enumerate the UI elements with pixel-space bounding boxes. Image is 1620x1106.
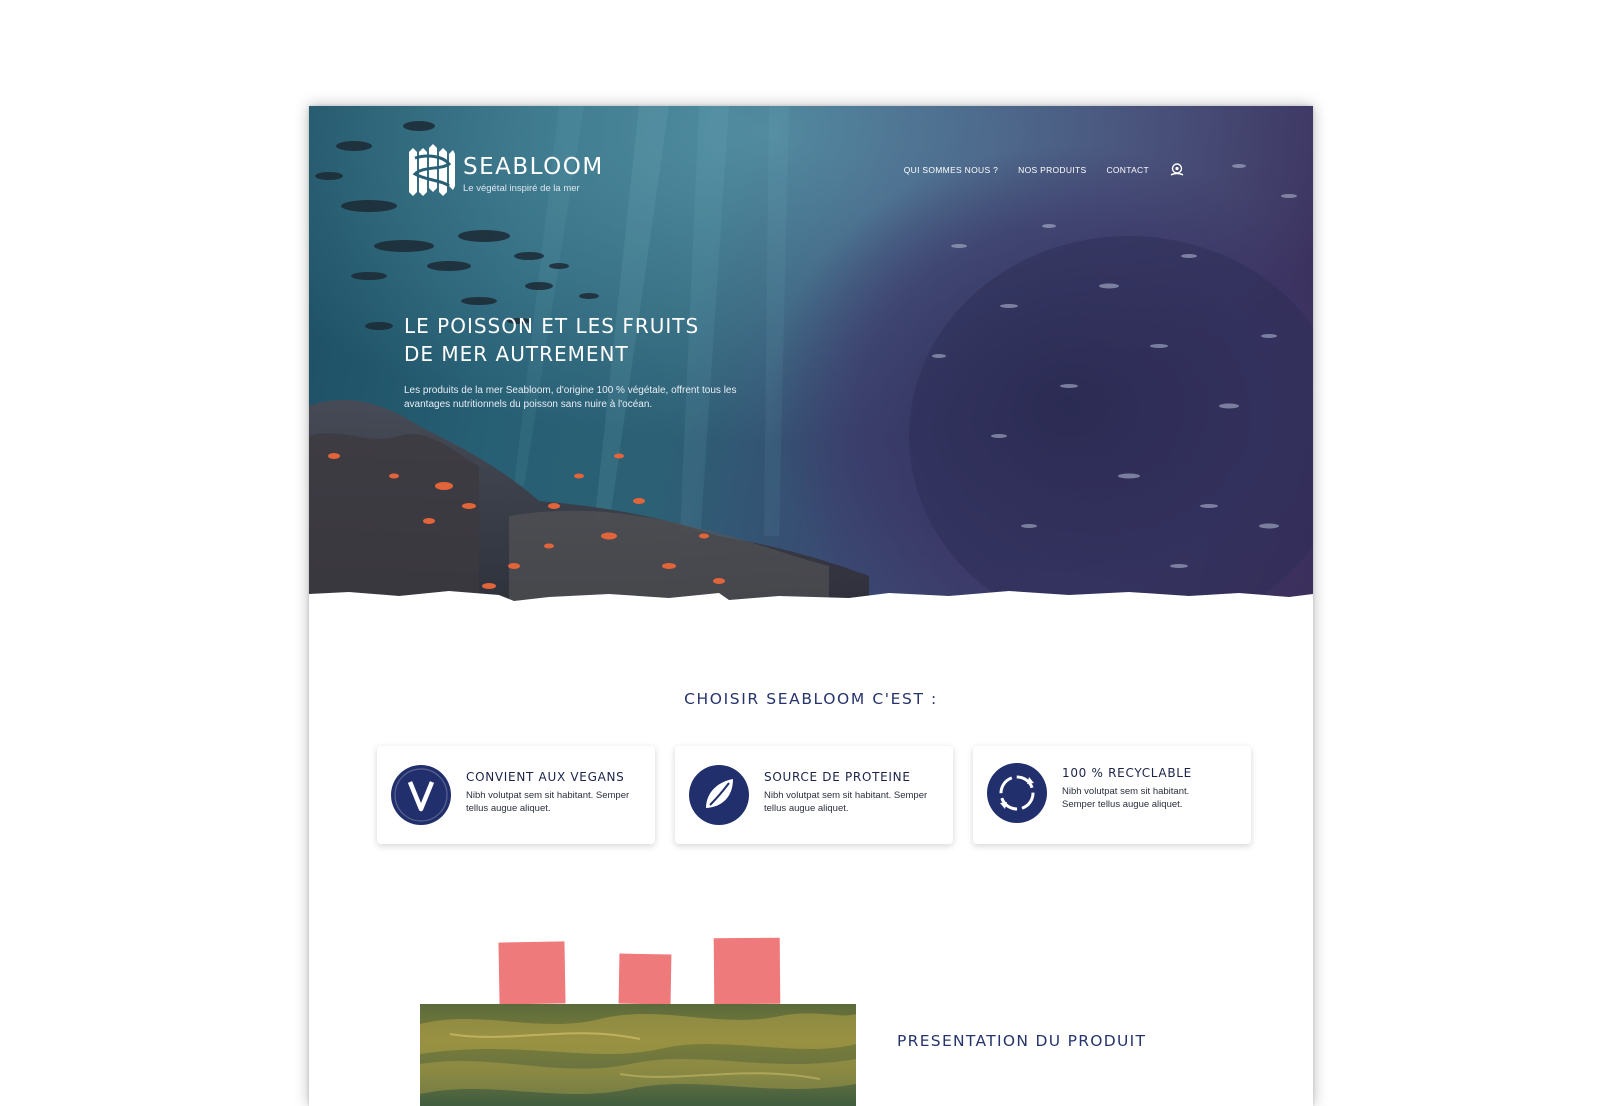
hero-title-line-2: DE MER AUTREMENT [404,342,629,366]
product-presentation-heading: PRESENTATION DU PRODUIT [897,1032,1147,1050]
protein-leaf-icon [689,765,749,825]
website-mockup-page: SEABLOOM Le végétal inspiré de la mer QU… [309,106,1313,1106]
brand-tagline: Le végétal inspiré de la mer [463,183,580,194]
feature-card-vegan: CONVIENT AUX VEGANS Nibh volutpat sem si… [377,746,655,844]
coral-accent-block [498,941,566,1005]
feature-card-title: SOURCE DE PROTEINE [764,770,911,784]
feature-card-title: CONVIENT AUX VEGANS [466,770,625,784]
recycle-icon [987,763,1047,823]
feature-card-text: Nibh volutpat sem sit habitant. Semper t… [466,790,630,814]
seabloom-logo-mark-icon [409,144,455,196]
user-location-icon[interactable] [1169,162,1185,178]
vegan-v-icon [391,765,451,825]
feature-card-recyclable: 100 % RECYCLABLE Nibh volutpat sem sit h… [973,746,1251,844]
feature-card-text: Nibh volutpat sem sit habitant. Semper t… [764,790,928,814]
hero-description: Les produits de la mer Seabloom, d'origi… [404,385,737,410]
nav-item-nos-produits[interactable]: NOS PRODUITS [1018,165,1086,175]
brand-name: SEABLOOM [463,154,604,180]
product-water-image [420,1004,856,1106]
feature-card-title: 100 % RECYCLABLE [1062,766,1192,780]
coral-accent-block [618,953,672,1005]
hero-title-line-1: LE POISSON ET LES FRUITS [404,314,700,338]
torn-paper-edge [309,591,1313,624]
nav-item-contact[interactable]: CONTACT [1106,165,1149,175]
feature-card-text: Nibh volutpat sem sit habitant. Semper t… [1062,786,1190,810]
nav-item-qui-sommes-nous[interactable]: QUI SOMMES NOUS ? [904,165,998,175]
seabloom-logo[interactable]: SEABLOOM Le végétal inspiré de la mer [405,142,615,202]
feature-card-protein: SOURCE DE PROTEINE Nibh volutpat sem sit… [675,746,953,844]
features-heading: CHOISIR SEABLOOM C'EST : [684,690,938,708]
hero-section: SEABLOOM Le végétal inspiré de la mer QU… [309,106,1313,624]
hero-title: LE POISSON ET LES FRUITS DE MER AUTREMEN… [404,312,764,368]
coral-accent-block [713,937,781,1005]
main-nav: QUI SOMMES NOUS ? NOS PRODUITS CONTACT [904,162,1185,178]
feature-cards: CONVIENT AUX VEGANS Nibh volutpat sem si… [377,746,1251,850]
